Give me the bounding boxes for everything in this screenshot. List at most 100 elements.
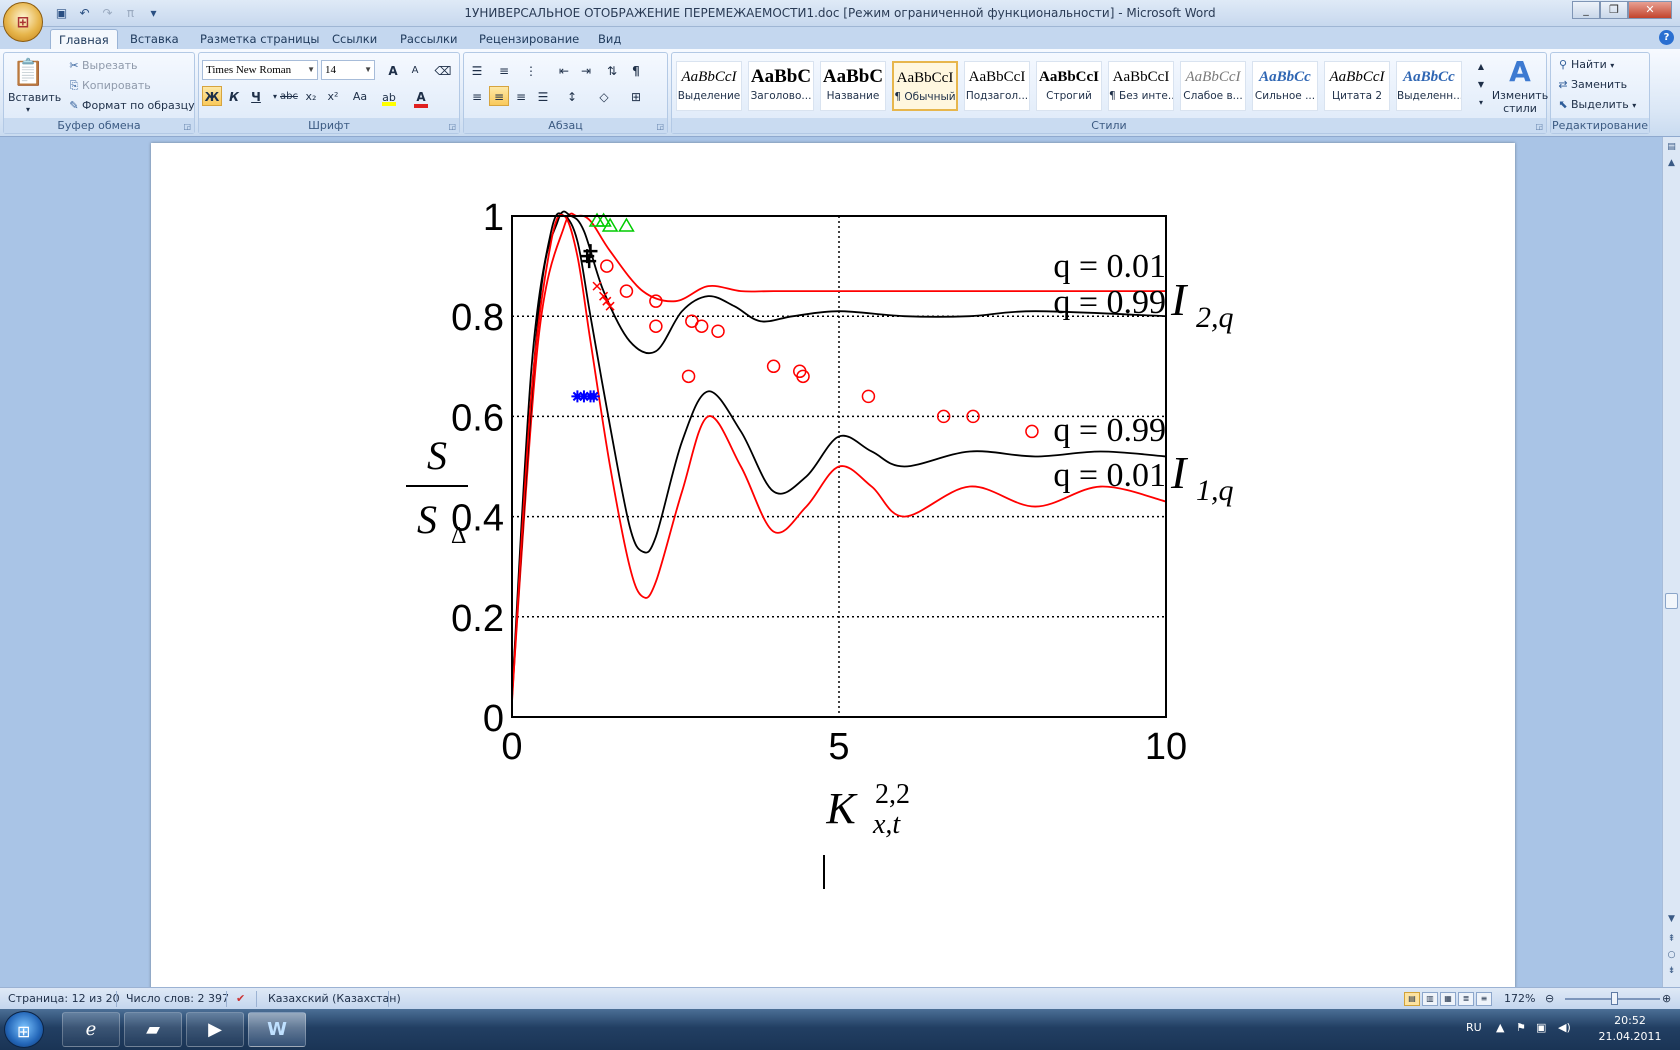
- style-item[interactable]: AaBbCcI Подзагол...: [964, 61, 1030, 111]
- language-bar[interactable]: RU: [1466, 1021, 1482, 1034]
- dialog-launcher-icon[interactable]: ◲: [1535, 122, 1543, 131]
- shading-icon[interactable]: ◇: [594, 86, 614, 106]
- borders-icon[interactable]: ⊞: [626, 86, 646, 106]
- underline-button[interactable]: Ч: [246, 86, 266, 106]
- zoom-slider-thumb[interactable]: [1611, 992, 1618, 1005]
- paste-icon[interactable]: 📋: [12, 57, 52, 89]
- vertical-scrollbar[interactable]: ▤ ▲ ▼ ⇞ ○ ⇟: [1662, 137, 1680, 987]
- dialog-launcher-icon[interactable]: ◲: [448, 122, 456, 131]
- word-count[interactable]: Число слов: 2 397: [126, 992, 229, 1005]
- paste-dropdown-icon[interactable]: ▾: [26, 101, 30, 119]
- increase-indent-icon[interactable]: ⇥: [576, 60, 596, 80]
- media-player-icon[interactable]: ▶: [186, 1012, 244, 1047]
- network-icon[interactable]: ▣: [1536, 1021, 1546, 1034]
- zoom-out-icon[interactable]: ⊖: [1545, 992, 1554, 1005]
- justify-icon[interactable]: ☰: [533, 86, 553, 106]
- scroll-up-icon[interactable]: ▲: [1665, 157, 1678, 170]
- paste-button[interactable]: Вставить: [8, 89, 61, 107]
- chevron-down-icon[interactable]: ▾: [1610, 61, 1614, 70]
- clock-date[interactable]: 21.04.2011: [1596, 1030, 1664, 1043]
- folder-icon[interactable]: ▰: [124, 1012, 182, 1047]
- web-layout-icon[interactable]: ▦: [1440, 992, 1456, 1006]
- tab-page-layout[interactable]: Разметка страницы: [192, 29, 327, 49]
- zoom-in-icon[interactable]: ⊕: [1662, 992, 1671, 1005]
- gallery-down-icon[interactable]: ▼: [1474, 77, 1488, 91]
- style-item[interactable]: AaBbC Название: [820, 61, 886, 111]
- zoom-level[interactable]: 172%: [1504, 992, 1535, 1005]
- chevron-down-icon[interactable]: ▾: [1632, 101, 1636, 110]
- tab-home[interactable]: Главная: [50, 29, 118, 49]
- volume-icon[interactable]: ◀): [1558, 1021, 1571, 1034]
- cut-button[interactable]: Вырезать: [82, 59, 137, 72]
- internet-explorer-icon[interactable]: ℯ: [62, 1012, 120, 1047]
- style-item[interactable]: AaBbCcI Цитата 2: [1324, 61, 1390, 111]
- replace-button[interactable]: Заменить: [1571, 78, 1627, 91]
- clear-format-icon[interactable]: ⌫: [433, 60, 453, 80]
- document-area[interactable]: 0 0.2 0.4 0.6 0.8 1 0 5 10 S S Δ K 2,2 x,t q = 0…: [0, 137, 1662, 987]
- office-button[interactable]: ⊞: [3, 2, 43, 42]
- change-styles-button[interactable]: Изменить стили: [1490, 89, 1550, 117]
- tab-view[interactable]: Вид: [590, 29, 629, 49]
- copy-button[interactable]: Копировать: [82, 79, 151, 92]
- change-case-button[interactable]: Aa: [347, 86, 373, 106]
- clock-time[interactable]: 20:52: [1600, 1014, 1660, 1027]
- style-item[interactable]: AaBbCc Сильное ...: [1252, 61, 1318, 111]
- dialog-launcher-icon[interactable]: ◲: [656, 122, 664, 131]
- highlight-icon[interactable]: ab: [377, 86, 401, 106]
- style-item[interactable]: AaBbCcI Выделение: [676, 61, 742, 111]
- change-styles-icon[interactable]: A: [1500, 57, 1540, 87]
- shrink-font-button[interactable]: A: [405, 60, 425, 80]
- align-center-icon[interactable]: ≡: [489, 86, 509, 106]
- superscript-button[interactable]: x²: [323, 86, 343, 106]
- style-item[interactable]: AaBbCcI ¶ Без инте...: [1108, 61, 1174, 111]
- outline-view-icon[interactable]: ≣: [1458, 992, 1474, 1006]
- multilevel-list-icon[interactable]: ⋮: [521, 60, 541, 80]
- select-button[interactable]: Выделить: [1571, 98, 1629, 111]
- strikethrough-button[interactable]: abc: [279, 86, 299, 106]
- ruler-toggle-icon[interactable]: ▤: [1665, 141, 1678, 154]
- next-page-icon[interactable]: ⇟: [1665, 965, 1678, 978]
- font-color-icon[interactable]: A: [409, 86, 433, 108]
- scroll-thumb[interactable]: [1665, 593, 1678, 609]
- style-item[interactable]: AaBbCcI ¶ Обычный: [892, 61, 958, 111]
- find-button[interactable]: Найти: [1571, 58, 1607, 71]
- draft-view-icon[interactable]: ≡: [1476, 992, 1492, 1006]
- style-item[interactable]: AaBbCc Выделенн...: [1396, 61, 1462, 111]
- show-marks-icon[interactable]: ¶: [626, 60, 646, 80]
- dialog-launcher-icon[interactable]: ◲: [183, 122, 191, 131]
- document-page[interactable]: 0 0.2 0.4 0.6 0.8 1 0 5 10 S S Δ K 2,2 x,t q = 0…: [151, 143, 1515, 987]
- align-left-icon[interactable]: ≡: [467, 86, 487, 106]
- page-count[interactable]: Страница: 12 из 20: [8, 992, 120, 1005]
- language-indicator[interactable]: Казахский (Казахстан): [268, 992, 401, 1005]
- sort-icon[interactable]: ⇅: [602, 60, 622, 80]
- tab-insert[interactable]: Вставка: [122, 29, 187, 49]
- show-hidden-icons-icon[interactable]: ▲: [1496, 1021, 1504, 1034]
- browse-object-icon[interactable]: ○: [1665, 949, 1678, 962]
- minimize-icon[interactable]: _: [1572, 1, 1600, 19]
- scroll-down-icon[interactable]: ▼: [1665, 913, 1678, 926]
- format-painter-button[interactable]: Формат по образцу: [82, 99, 195, 112]
- numbering-icon[interactable]: ≡: [494, 60, 514, 80]
- help-icon[interactable]: ?: [1659, 30, 1674, 45]
- style-item[interactable]: AaBbCcI Строгий: [1036, 61, 1102, 111]
- subscript-button[interactable]: x₂: [301, 86, 321, 106]
- italic-button[interactable]: К: [224, 86, 244, 106]
- full-screen-reading-icon[interactable]: ▥: [1422, 992, 1438, 1006]
- grow-font-button[interactable]: A: [383, 60, 403, 80]
- close-icon[interactable]: ✕: [1628, 1, 1672, 19]
- tab-mailings[interactable]: Рассылки: [392, 29, 465, 49]
- action-center-icon[interactable]: ⚑: [1516, 1021, 1526, 1034]
- tab-references[interactable]: Ссылки: [324, 29, 385, 49]
- previous-page-icon[interactable]: ⇞: [1665, 933, 1678, 946]
- style-item[interactable]: AaBbCcI Слабое в...: [1180, 61, 1246, 111]
- gallery-up-icon[interactable]: ▲: [1474, 59, 1488, 73]
- tab-review[interactable]: Рецензирование: [471, 29, 587, 49]
- align-right-icon[interactable]: ≡: [511, 86, 531, 106]
- word-icon[interactable]: W: [248, 1012, 306, 1047]
- proofing-icon[interactable]: ✔: [236, 992, 245, 1005]
- start-button[interactable]: ⊞: [4, 1011, 44, 1048]
- gallery-more-icon[interactable]: ▾: [1474, 95, 1488, 109]
- print-layout-view-icon[interactable]: ▤: [1404, 992, 1420, 1006]
- bullets-icon[interactable]: ☰: [467, 60, 487, 80]
- font-size-field[interactable]: 14 ▼: [321, 60, 375, 80]
